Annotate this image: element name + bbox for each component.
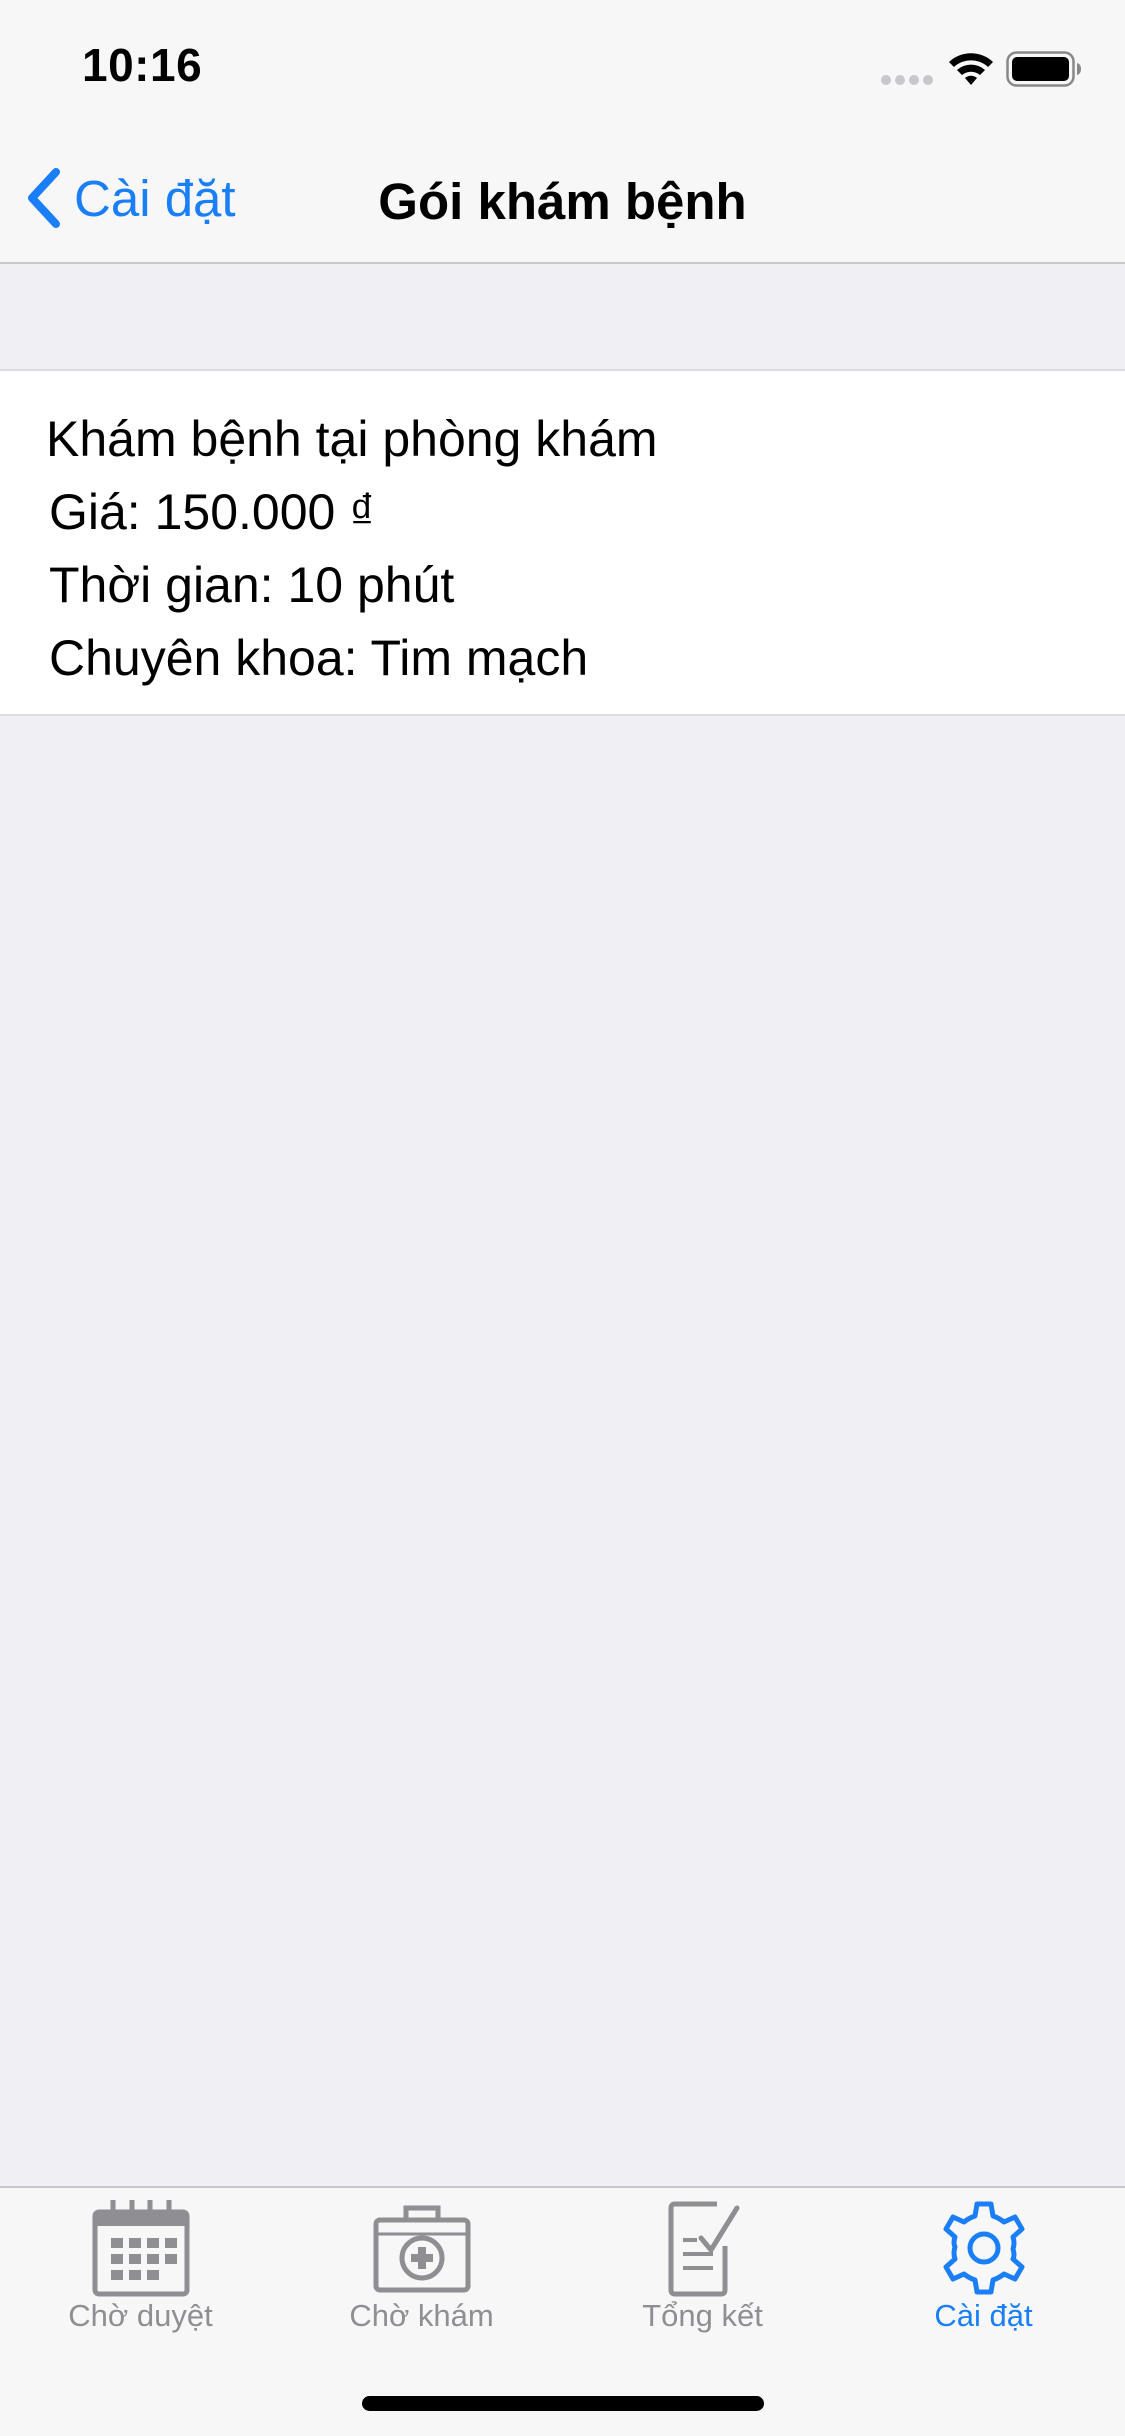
- checklist-icon: [668, 2201, 739, 2297]
- status-bar: 10:16: [0, 0, 1125, 132]
- medical-kit-icon: [373, 2205, 470, 2293]
- package-title: Khám bệnh tại phòng khám: [46, 411, 658, 467]
- tab-waiting-exam[interactable]: Chờ khám: [281, 2198, 562, 2348]
- tab-settings[interactable]: Cài đặt: [843, 2198, 1124, 2348]
- battery-icon: [1006, 51, 1081, 87]
- cellular-signal-icon: [881, 75, 933, 85]
- home-indicator[interactable]: [362, 2396, 764, 2411]
- tab-label: Cài đặt: [934, 2298, 1033, 2333]
- package-duration: Thời gian: 10 phút: [49, 557, 455, 613]
- page-title: Gói khám bệnh: [378, 173, 747, 230]
- gear-icon: [943, 2201, 1024, 2295]
- tab-label: Chờ duyệt: [68, 2298, 213, 2333]
- package-cell[interactable]: Khám bệnh tại phòng khám Giá: 150.000 ₫ …: [0, 369, 1125, 716]
- status-time: 10:16: [82, 39, 203, 91]
- tab-label: Tổng kết: [642, 2298, 763, 2333]
- tab-summary[interactable]: Tổng kết: [562, 2198, 843, 2348]
- tab-pending-approval[interactable]: Chờ duyệt: [0, 2198, 281, 2348]
- tab-label: Chờ khám: [349, 2298, 494, 2333]
- calendar-icon: [92, 2200, 189, 2297]
- package-specialty: Chuyên khoa: Tim mạch: [49, 630, 589, 686]
- navigation-bar: Cài đặt Gói khám bệnh: [0, 132, 1125, 264]
- package-price: Giá: 150.000 ₫: [49, 484, 375, 540]
- wifi-icon: [949, 53, 993, 85]
- tab-bar: Chờ duyệt Chờ khám Tổng kết Cài đặt: [0, 2186, 1125, 2436]
